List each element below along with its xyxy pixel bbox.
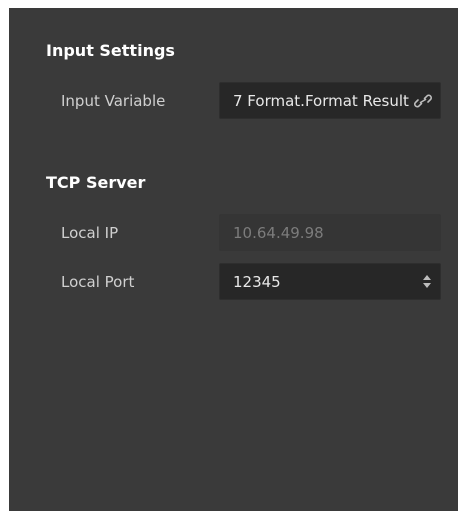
local-ip-field: 10.64.49.98 xyxy=(219,214,441,251)
local-ip-value: 10.64.49.98 xyxy=(233,224,324,242)
tcp-server-title: TCP Server xyxy=(46,173,146,192)
link-icon[interactable] xyxy=(412,91,434,111)
input-variable-label: Input Variable xyxy=(61,92,166,110)
spin-down-arrow[interactable] xyxy=(423,283,431,288)
input-variable-value: 7 Format.Format Result xyxy=(233,92,409,110)
local-port-label: Local Port xyxy=(61,273,135,291)
spin-up-arrow[interactable] xyxy=(423,275,431,280)
input-variable-field[interactable]: 7 Format.Format Result xyxy=(219,82,441,119)
local-port-value: 12345 xyxy=(233,273,281,291)
spinner-arrows-icon[interactable] xyxy=(422,273,432,291)
local-ip-label: Local IP xyxy=(61,224,119,242)
local-port-stepper[interactable]: 12345 xyxy=(219,263,441,300)
settings-panel: Input Settings Input Variable 7 Format.F… xyxy=(9,8,458,511)
input-settings-title: Input Settings xyxy=(46,41,175,60)
